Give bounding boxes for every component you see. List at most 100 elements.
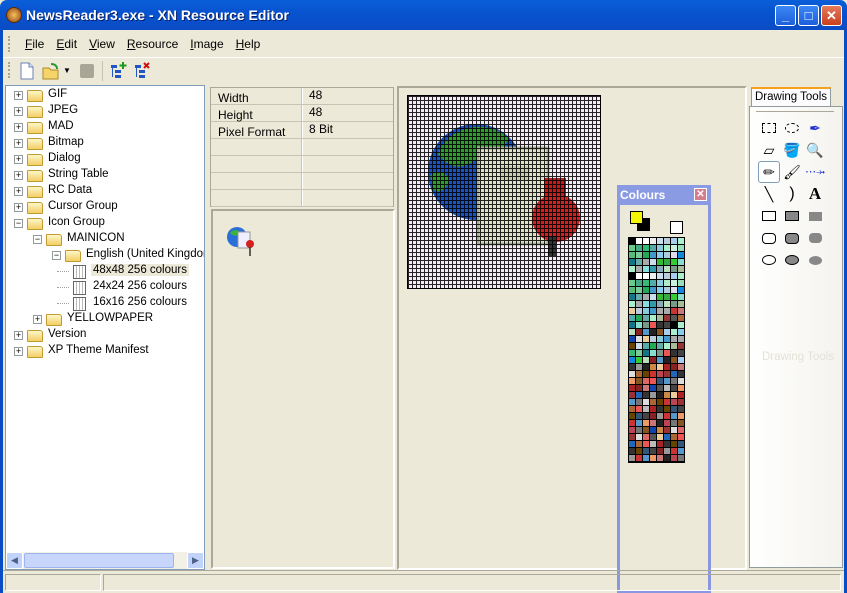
menu-resource[interactable]: Resource: [121, 34, 184, 54]
palette-swatch[interactable]: [671, 455, 677, 461]
palette-swatch[interactable]: [643, 406, 649, 412]
property-row[interactable]: Height 48: [211, 105, 393, 122]
tree-node[interactable]: 48x48 256 colours: [6, 264, 204, 280]
palette-swatch[interactable]: [650, 273, 656, 279]
curve-icon[interactable]: ): [781, 183, 803, 205]
rect-select-icon[interactable]: [758, 117, 780, 139]
palette-swatch[interactable]: [636, 427, 642, 433]
palette-swatch[interactable]: [657, 350, 663, 356]
palette-swatch[interactable]: [636, 350, 642, 356]
menu-view[interactable]: View: [83, 34, 121, 54]
rounded-rect-filled-icon[interactable]: [804, 227, 826, 249]
palette-swatch[interactable]: [643, 280, 649, 286]
palette-swatch[interactable]: [678, 378, 684, 384]
palette-swatch[interactable]: [629, 427, 635, 433]
palette-swatch[interactable]: [664, 266, 670, 272]
palette-swatch[interactable]: [650, 266, 656, 272]
tree-node[interactable]: + MAD: [6, 120, 204, 136]
expand-toggle[interactable]: +: [14, 155, 23, 164]
palette-swatch[interactable]: [629, 322, 635, 328]
property-row[interactable]: [211, 156, 393, 173]
palette-swatch[interactable]: [636, 294, 642, 300]
palette-swatch[interactable]: [664, 385, 670, 391]
collapse-toggle[interactable]: −: [52, 251, 61, 260]
scroll-left-button[interactable]: ◀: [6, 552, 23, 569]
tree-node[interactable]: + YELLOWPAPER: [6, 312, 204, 328]
open-folder-icon[interactable]: [41, 61, 61, 81]
palette-swatch[interactable]: [636, 329, 642, 335]
palette-swatch[interactable]: [636, 406, 642, 412]
palette-swatch[interactable]: [664, 357, 670, 363]
palette-swatch[interactable]: [678, 245, 684, 251]
palette-swatch[interactable]: [657, 427, 663, 433]
palette-swatch[interactable]: [643, 266, 649, 272]
palette-swatch[interactable]: [629, 441, 635, 447]
palette-swatch[interactable]: [636, 378, 642, 384]
palette-swatch[interactable]: [629, 245, 635, 251]
ellipse-filled-outline-icon[interactable]: [781, 249, 803, 271]
palette-swatch[interactable]: [643, 273, 649, 279]
app-icon[interactable]: [6, 7, 22, 23]
palette-swatch[interactable]: [678, 406, 684, 412]
palette-swatch[interactable]: [650, 427, 656, 433]
palette-swatch[interactable]: [650, 245, 656, 251]
palette-swatch[interactable]: [636, 308, 642, 314]
tree-node[interactable]: + JPEG: [6, 104, 204, 120]
palette-swatch[interactable]: [671, 238, 677, 244]
tree-node[interactable]: 16x16 256 colours: [6, 296, 204, 312]
palette-swatch[interactable]: [643, 315, 649, 321]
palette-swatch[interactable]: [636, 420, 642, 426]
palette-swatch[interactable]: [650, 259, 656, 265]
palette-swatch[interactable]: [657, 364, 663, 370]
palette-swatch[interactable]: [629, 252, 635, 258]
palette-swatch[interactable]: [664, 350, 670, 356]
palette-swatch[interactable]: [671, 322, 677, 328]
palette-swatch[interactable]: [657, 322, 663, 328]
palette-swatch[interactable]: [671, 413, 677, 419]
palette-swatch[interactable]: [650, 399, 656, 405]
expand-toggle[interactable]: +: [14, 91, 23, 100]
palette-swatch[interactable]: [664, 392, 670, 398]
palette-swatch[interactable]: [636, 259, 642, 265]
palette-swatch[interactable]: [657, 357, 663, 363]
palette-swatch[interactable]: [664, 238, 670, 244]
palette-swatch[interactable]: [678, 413, 684, 419]
palette-swatch[interactable]: [650, 357, 656, 363]
palette-swatch[interactable]: [671, 259, 677, 265]
palette-swatch[interactable]: [657, 399, 663, 405]
brush-icon[interactable]: 🖌: [781, 161, 803, 183]
palette-swatch[interactable]: [671, 392, 677, 398]
palette-swatch[interactable]: [678, 448, 684, 454]
palette-swatch[interactable]: [664, 448, 670, 454]
palette-swatch[interactable]: [643, 301, 649, 307]
palette-swatch[interactable]: [657, 315, 663, 321]
palette-swatch[interactable]: [664, 245, 670, 251]
delete-resource-icon[interactable]: [133, 61, 153, 81]
palette-swatch[interactable]: [629, 350, 635, 356]
tree-node[interactable]: + RC Data: [6, 184, 204, 200]
palette-swatch[interactable]: [657, 336, 663, 342]
palette-swatch[interactable]: [664, 294, 670, 300]
palette-swatch[interactable]: [629, 448, 635, 454]
palette-swatch[interactable]: [664, 413, 670, 419]
palette-swatch[interactable]: [636, 441, 642, 447]
palette-swatch[interactable]: [664, 308, 670, 314]
tree-horizontal-scrollbar[interactable]: ◀ ▶: [6, 552, 204, 569]
palette-swatch[interactable]: [657, 238, 663, 244]
rectangle-outline-icon[interactable]: [758, 205, 780, 227]
palette-swatch[interactable]: [678, 329, 684, 335]
palette-swatch[interactable]: [650, 385, 656, 391]
palette-swatch[interactable]: [643, 364, 649, 370]
palette-swatch[interactable]: [650, 350, 656, 356]
palette-swatch[interactable]: [678, 350, 684, 356]
pixel-editor-grid[interactable]: [407, 95, 601, 289]
scroll-right-button[interactable]: ▶: [187, 552, 204, 569]
airbrush-icon[interactable]: ⋯⤞: [804, 161, 826, 183]
palette-swatch[interactable]: [629, 434, 635, 440]
close-button[interactable]: ✕: [821, 5, 842, 26]
palette-swatch[interactable]: [664, 301, 670, 307]
palette-swatch[interactable]: [671, 420, 677, 426]
palette-swatch[interactable]: [678, 343, 684, 349]
menu-grip[interactable]: [8, 36, 11, 52]
palette-swatch[interactable]: [636, 280, 642, 286]
